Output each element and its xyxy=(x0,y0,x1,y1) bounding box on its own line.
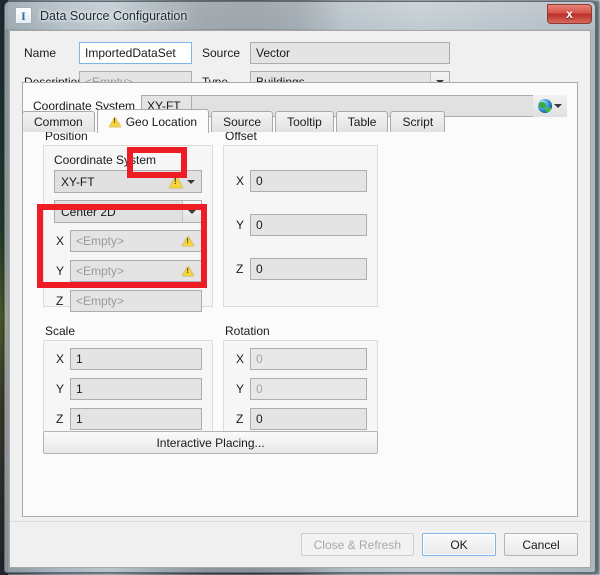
rotation-z-row: Z 0 xyxy=(234,408,367,430)
tab-geo-location-label: Geo Location xyxy=(125,114,198,129)
position-mode-dropdown[interactable]: Center 2D xyxy=(54,200,202,223)
offset-y-input[interactable]: 0 xyxy=(250,214,367,236)
scale-x-row: X 1 xyxy=(54,348,202,370)
position-groupbox: Coordinate System XY-FT Center 2D X <Emp… xyxy=(43,145,213,312)
title-bar: I Data Source Configuration x xyxy=(5,2,595,29)
offset-z-row: Z 0 xyxy=(234,258,367,280)
position-mode-value: Center 2D xyxy=(61,204,116,219)
rotation-groupbox: X 0 Y 0 Z 0 xyxy=(223,340,378,436)
offset-y-label: Y xyxy=(236,218,245,232)
close-button[interactable]: x xyxy=(547,4,592,24)
rotation-title: Rotation xyxy=(225,324,270,338)
scale-x-label: X xyxy=(56,352,65,366)
position-x-value: <Empty> xyxy=(76,234,125,248)
scale-z-label: Z xyxy=(56,412,64,426)
source-value: Vector xyxy=(250,41,450,64)
rotation-x-row: X 0 xyxy=(234,348,367,370)
ok-button[interactable]: OK xyxy=(422,533,496,556)
tab-source[interactable]: Source xyxy=(211,111,274,132)
name-input[interactable]: ImportedDataSet xyxy=(79,41,192,64)
offset-group: Offset X 0 Y 0 Z 0 xyxy=(223,129,378,307)
position-y-label: Y xyxy=(56,264,65,278)
position-cs-value: XY-FT xyxy=(61,174,95,189)
source-label: Source xyxy=(202,45,241,60)
warning-icon xyxy=(182,236,194,246)
tab-script-label: Script xyxy=(402,115,434,129)
geo-location-panel: Coordinate System XY-FT Position Coordin… xyxy=(22,82,578,517)
offset-groupbox: X 0 Y 0 Z 0 xyxy=(223,145,378,307)
warning-icon xyxy=(108,116,121,127)
position-y-row: Y <Empty> xyxy=(54,260,202,282)
application-icon: I xyxy=(15,7,32,24)
tab-table-label: Table xyxy=(347,115,377,129)
scale-z-input[interactable]: 1 xyxy=(70,408,202,430)
chevron-down-icon xyxy=(187,179,195,184)
window-title: Data Source Configuration xyxy=(40,8,188,23)
position-x-row: X <Empty> xyxy=(54,230,202,252)
dialog-client-area: Name ImportedDataSet Source Vector Descr… xyxy=(9,30,591,568)
dialog-button-bar: Close & Refresh OK Cancel xyxy=(10,521,590,567)
position-y-input[interactable]: <Empty> xyxy=(70,260,202,282)
tab-strip: Common Geo Location Source Tooltip Table… xyxy=(22,108,578,133)
position-cs-label: Coordinate System xyxy=(54,153,157,167)
tab-geo-location[interactable]: Geo Location xyxy=(96,109,210,133)
tab-common[interactable]: Common xyxy=(22,111,95,132)
rotation-group: Rotation X 0 Y 0 Z 0 xyxy=(223,324,378,436)
position-z-row: Z <Empty> xyxy=(54,290,202,312)
rotation-y-input: 0 xyxy=(250,378,367,400)
scale-z-row: Z 1 xyxy=(54,408,202,430)
offset-x-label: X xyxy=(236,174,245,188)
tab-common-label: Common xyxy=(34,115,83,129)
position-x-label: X xyxy=(56,234,65,248)
position-x-input[interactable]: <Empty> xyxy=(70,230,202,252)
rotation-x-label: X xyxy=(236,352,245,366)
scale-group: Scale X 1 Y 1 Z 1 xyxy=(43,324,213,436)
position-z-input[interactable]: <Empty> xyxy=(70,290,202,312)
offset-x-input[interactable]: 0 xyxy=(250,170,367,192)
scale-y-label: Y xyxy=(56,382,65,396)
name-row: Name ImportedDataSet Source Vector xyxy=(24,40,576,65)
rotation-y-row: Y 0 xyxy=(234,378,367,400)
rotation-x-input: 0 xyxy=(250,348,367,370)
position-group: Position Coordinate System XY-FT Center … xyxy=(43,129,213,312)
warning-icon xyxy=(182,266,194,276)
tab-script[interactable]: Script xyxy=(390,111,446,132)
tab-tooltip[interactable]: Tooltip xyxy=(275,111,334,132)
scale-groupbox: X 1 Y 1 Z 1 xyxy=(43,340,213,436)
chevron-down-icon xyxy=(182,201,201,222)
rotation-z-label: Z xyxy=(236,412,244,426)
scale-x-input[interactable]: 1 xyxy=(70,348,202,370)
cancel-button[interactable]: Cancel xyxy=(504,533,578,556)
name-label: Name xyxy=(24,45,57,60)
scale-y-row: Y 1 xyxy=(54,378,202,400)
offset-z-input[interactable]: 0 xyxy=(250,258,367,280)
position-z-label: Z xyxy=(56,294,64,308)
offset-y-row: Y 0 xyxy=(234,214,367,236)
scale-y-input[interactable]: 1 xyxy=(70,378,202,400)
position-y-value: <Empty> xyxy=(76,264,125,278)
warning-icon xyxy=(169,175,183,188)
tab-table[interactable]: Table xyxy=(335,111,389,132)
close-and-refresh-button[interactable]: Close & Refresh xyxy=(300,533,414,556)
scale-title: Scale xyxy=(45,324,76,338)
rotation-z-input[interactable]: 0 xyxy=(250,408,367,430)
rotation-y-label: Y xyxy=(236,382,245,396)
offset-z-label: Z xyxy=(236,262,244,276)
interactive-placing-button[interactable]: Interactive Placing... xyxy=(43,431,378,454)
offset-x-row: X 0 xyxy=(234,170,367,192)
tab-tooltip-label: Tooltip xyxy=(287,115,322,129)
position-cs-dropdown[interactable]: XY-FT xyxy=(54,170,202,193)
dialog-window: I Data Source Configuration x Name Impor… xyxy=(4,1,596,573)
tab-source-label: Source xyxy=(223,115,262,129)
